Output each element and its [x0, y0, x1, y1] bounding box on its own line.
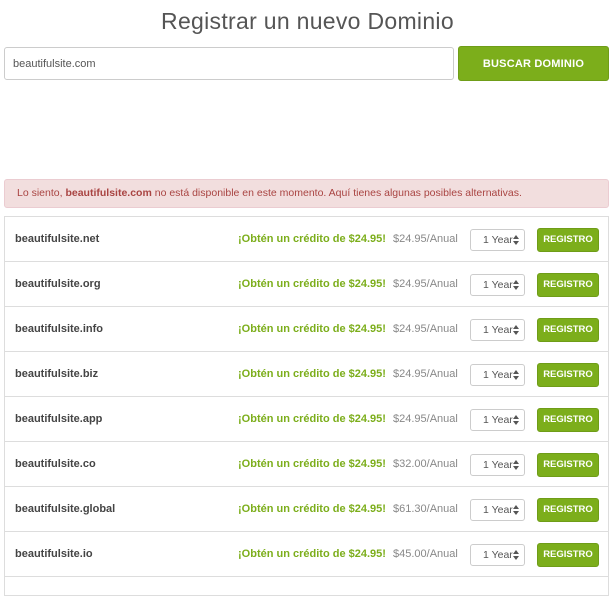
- up-down-arrows-icon: [513, 415, 519, 425]
- register-button[interactable]: REGISTRO: [537, 498, 599, 522]
- search-domain-button[interactable]: BUSCAR DOMINIO: [458, 46, 609, 81]
- domain-price: $32.00/Anual: [393, 458, 458, 470]
- domain-name: beautifulsite.global: [15, 503, 116, 515]
- domain-row: beautifulsite.io ¡Obtén un crédito de $2…: [5, 532, 608, 577]
- period-select-value: 1 Year: [483, 369, 513, 381]
- domain-name: beautifulsite.app: [15, 413, 103, 425]
- up-down-arrows-icon: [513, 460, 519, 470]
- up-down-arrows-icon: [513, 550, 519, 560]
- period-select[interactable]: 1 Year: [470, 274, 525, 296]
- register-button[interactable]: REGISTRO: [537, 318, 599, 342]
- period-select[interactable]: 1 Year: [470, 319, 525, 341]
- up-down-arrows-icon: [513, 235, 519, 245]
- domain-price: $24.95/Anual: [393, 233, 458, 245]
- domain-name: beautifulsite.co: [15, 458, 96, 470]
- domain-row: beautifulsite.co ¡Obtén un crédito de $2…: [5, 442, 608, 487]
- promo-credit: ¡Obtén un crédito de $24.95!: [238, 368, 386, 380]
- promo-credit: ¡Obtén un crédito de $24.95!: [238, 503, 386, 515]
- domain-row: beautifulsite.net ¡Obtén un crédito de $…: [5, 217, 608, 262]
- domain-row: beautifulsite.org ¡Obtén un crédito de $…: [5, 262, 608, 307]
- period-select[interactable]: 1 Year: [470, 364, 525, 386]
- register-button[interactable]: REGISTRO: [537, 228, 599, 252]
- domain-price: $61.30/Anual: [393, 503, 458, 515]
- register-button[interactable]: REGISTRO: [537, 273, 599, 297]
- unavailable-alert: Lo siento, beautifulsite.com no está dis…: [4, 179, 609, 208]
- promo-credit: ¡Obtén un crédito de $24.95!: [238, 278, 386, 290]
- period-select-value: 1 Year: [483, 459, 513, 471]
- period-select-value: 1 Year: [483, 414, 513, 426]
- period-select[interactable]: 1 Year: [470, 454, 525, 476]
- domain-price: $24.95/Anual: [393, 278, 458, 290]
- domain-name: beautifulsite.info: [15, 323, 103, 335]
- alert-domain: beautifulsite.com: [65, 187, 152, 199]
- period-select[interactable]: 1 Year: [470, 229, 525, 251]
- domain-row: beautifulsite.info ¡Obtén un crédito de …: [5, 307, 608, 352]
- promo-credit: ¡Obtén un crédito de $24.95!: [238, 548, 386, 560]
- register-button[interactable]: REGISTRO: [537, 543, 599, 567]
- domain-name: beautifulsite.net: [15, 233, 100, 245]
- up-down-arrows-icon: [513, 505, 519, 515]
- domain-price: $24.95/Anual: [393, 368, 458, 380]
- period-select-value: 1 Year: [483, 504, 513, 516]
- period-select[interactable]: 1 Year: [470, 544, 525, 566]
- domain-price: $24.95/Anual: [393, 413, 458, 425]
- alert-prefix: Lo siento,: [17, 187, 66, 199]
- period-select[interactable]: 1 Year: [470, 409, 525, 431]
- register-button[interactable]: REGISTRO: [537, 408, 599, 432]
- period-select-value: 1 Year: [483, 324, 513, 336]
- period-select-value: 1 Year: [483, 279, 513, 291]
- domain-name: beautifulsite.biz: [15, 368, 99, 380]
- register-button[interactable]: REGISTRO: [537, 363, 599, 387]
- domain-row: beautifulsite.app ¡Obtén un crédito de $…: [5, 397, 608, 442]
- domain-name: beautifulsite.org: [15, 278, 101, 290]
- domain-price: $45.00/Anual: [393, 548, 458, 560]
- domain-search-input[interactable]: [4, 47, 454, 80]
- period-select-value: 1 Year: [483, 234, 513, 246]
- up-down-arrows-icon: [513, 325, 519, 335]
- promo-credit: ¡Obtén un crédito de $24.95!: [238, 233, 386, 245]
- up-down-arrows-icon: [513, 370, 519, 380]
- domain-row: beautifulsite.global ¡Obtén un crédito d…: [5, 487, 608, 532]
- period-select-value: 1 Year: [483, 549, 513, 561]
- alert-suffix: no está disponible en este momento. Aquí…: [151, 187, 522, 199]
- domain-price: $24.95/Anual: [393, 323, 458, 335]
- promo-credit: ¡Obtén un crédito de $24.95!: [238, 323, 386, 335]
- domain-row: beautifulsite.biz ¡Obtén un crédito de $…: [5, 352, 608, 397]
- domain-results-list: beautifulsite.net ¡Obtén un crédito de $…: [4, 216, 609, 596]
- period-select[interactable]: 1 Year: [470, 499, 525, 521]
- promo-credit: ¡Obtén un crédito de $24.95!: [238, 458, 386, 470]
- up-down-arrows-icon: [513, 280, 519, 290]
- page-title: Registrar un nuevo Dominio: [161, 8, 454, 34]
- register-button[interactable]: REGISTRO: [537, 453, 599, 477]
- domain-name: beautifulsite.io: [15, 548, 93, 560]
- promo-credit: ¡Obtén un crédito de $24.95!: [238, 413, 386, 425]
